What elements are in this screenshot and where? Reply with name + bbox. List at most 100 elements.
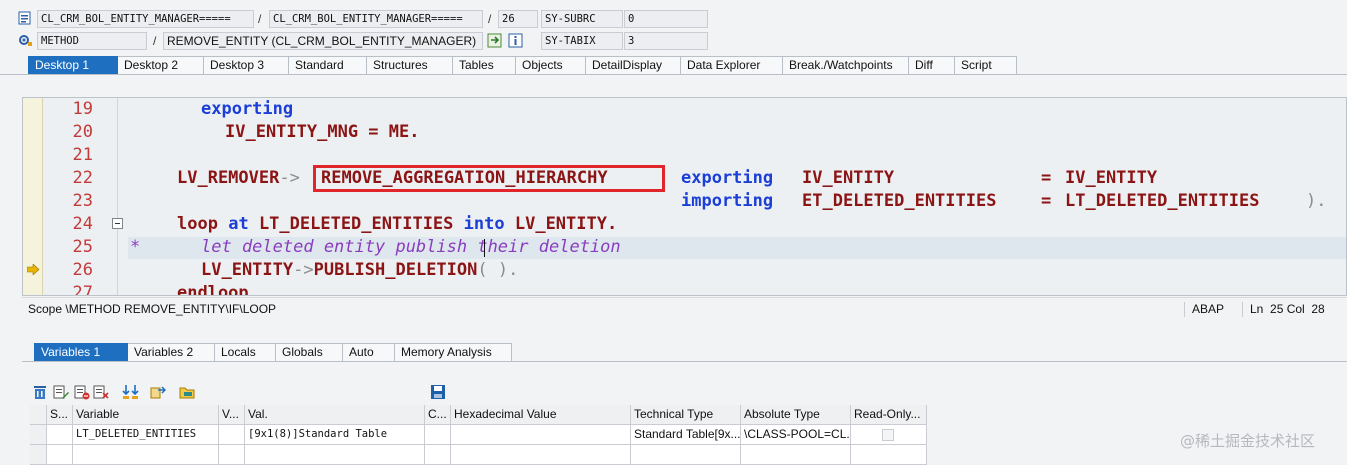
var-lv-entity: LV_ENTITY.: [514, 214, 618, 234]
tab-tables[interactable]: Tables: [453, 56, 516, 74]
line-number: 22: [72, 168, 93, 188]
arrow-operator: ->: [279, 168, 300, 188]
info-icon[interactable]: [508, 33, 524, 49]
sysvar1-label: SY-SUBRC: [541, 10, 623, 28]
kw-loop: loop: [177, 214, 218, 234]
tab-desktop-2[interactable]: Desktop 2: [118, 56, 204, 74]
cursor-position: Ln 25 Col 28: [1250, 302, 1325, 316]
empty-cell: [425, 445, 451, 465]
method-name-field[interactable]: REMOVE_ENTITY (CL_CRM_BOL_ENTITY_MANAGER…: [163, 32, 483, 50]
col-header-hex-value[interactable]: Hexadecimal Value: [451, 405, 631, 425]
tab-auto[interactable]: Auto: [343, 343, 395, 361]
line-number: 20: [72, 122, 93, 142]
scope-text: Scope \METHOD REMOVE_ENTITY\IF\LOOP: [28, 302, 277, 316]
empty-cell: [47, 445, 73, 465]
text-cursor: [484, 239, 485, 257]
value-lt-deleted-entities: LT_DELETED_ENTITIES: [1065, 191, 1260, 211]
list-remove-icon[interactable]: [74, 384, 90, 403]
col-header-v[interactable]: V...: [219, 405, 245, 425]
col-header-absolute-type[interactable]: Absolute Type: [741, 405, 851, 425]
col-header-value[interactable]: Val.: [245, 405, 425, 425]
tab-desktop-3[interactable]: Desktop 3: [204, 56, 289, 74]
method-gear-icon: [17, 32, 33, 48]
tab-divider: [0, 74, 1347, 75]
cell-variable[interactable]: LT_DELETED_ENTITIES: [73, 425, 219, 445]
empty-cell[interactable]: [73, 445, 219, 465]
divider: [1242, 302, 1243, 317]
fold-toggle-icon[interactable]: [112, 218, 123, 232]
list-delete-icon[interactable]: [93, 384, 109, 403]
line-number: 25: [72, 237, 93, 257]
edit-list-icon[interactable]: [53, 384, 69, 403]
variables-tab-bar: Variables 1 Variables 2 Locals Globals A…: [34, 343, 512, 361]
desktop-tab-bar: Desktop 1 Desktop 2 Desktop 3 Standard S…: [28, 56, 1017, 74]
call-parens: ( ).: [477, 260, 519, 280]
include-field[interactable]: CL_CRM_BOL_ENTITY_MANAGER=====: [269, 10, 483, 28]
folder-icon[interactable]: [179, 384, 195, 403]
comment-star: *: [130, 237, 141, 257]
empty-cell: [631, 445, 741, 465]
transfer-icon[interactable]: [150, 384, 167, 403]
row-selector[interactable]: [30, 445, 47, 465]
close-paren: ).: [1306, 191, 1327, 211]
type-field[interactable]: METHOD: [37, 32, 147, 50]
slash-2: /: [488, 12, 492, 26]
tab-variables-1[interactable]: Variables 1: [34, 343, 128, 361]
read-only-checkbox[interactable]: [882, 429, 894, 441]
row-selector[interactable]: [30, 425, 47, 445]
sort-icon[interactable]: [122, 384, 140, 403]
cell-absolute-type: \CLASS-POOL=CL...: [741, 425, 851, 445]
navigate-icon[interactable]: [487, 33, 503, 49]
param-iv-entity-mng: IV_ENTITY_MNG: [225, 122, 359, 142]
execution-arrow-icon: [26, 263, 40, 278]
col-header-status[interactable]: S...: [47, 405, 73, 425]
kw-at: at: [228, 214, 249, 234]
kw-exporting-2: exporting: [681, 168, 774, 188]
value-me: ME.: [388, 122, 420, 142]
col-header-variable[interactable]: Variable: [73, 405, 219, 425]
tab-breakpoints[interactable]: Break./Watchpoints: [783, 56, 909, 74]
tab-desktop-1[interactable]: Desktop 1: [28, 56, 118, 74]
col-header-technical-type[interactable]: Technical Type: [631, 405, 741, 425]
tab-objects[interactable]: Objects: [516, 56, 586, 74]
line-number: 27: [72, 283, 93, 296]
grid-selector-header: [30, 405, 47, 425]
table-lt-deleted-entities: LT_DELETED_ENTITIES: [258, 214, 454, 234]
program-field[interactable]: CL_CRM_BOL_ENTITY_MANAGER=====: [37, 10, 254, 28]
kw-endloop: endloop.: [177, 283, 259, 296]
op-equals: =: [358, 122, 389, 142]
tab-diff[interactable]: Diff: [909, 56, 955, 74]
tab-detaildisplay[interactable]: DetailDisplay: [586, 56, 681, 74]
kw-exporting: exporting: [201, 99, 294, 119]
language-text: ABAP: [1192, 302, 1225, 316]
tab-globals[interactable]: Globals: [276, 343, 343, 361]
value-iv-entity: IV_ENTITY: [1065, 168, 1158, 188]
cell-status: [47, 425, 73, 445]
line-number: 21: [72, 145, 93, 165]
cell-read-only: [851, 425, 927, 445]
kw-into: into: [463, 214, 505, 234]
arrow-operator-2: ->: [293, 260, 314, 280]
delete-icon[interactable]: [32, 384, 48, 403]
tab-structures[interactable]: Structures: [367, 56, 453, 74]
empty-cell: [741, 445, 851, 465]
tab-memory-analysis[interactable]: Memory Analysis: [395, 343, 512, 361]
source-editor[interactable]: 19 20 21 22 23 24 25 26 27 exporting IV_…: [22, 97, 1347, 296]
obj-lv-entity: LV_ENTITY: [201, 260, 294, 280]
op-equals-3: =: [1041, 191, 1052, 211]
tab-script[interactable]: Script: [955, 56, 1017, 74]
col-header-c[interactable]: C...: [425, 405, 451, 425]
slash-1: /: [258, 12, 262, 26]
sysvar1-value: 0: [624, 10, 708, 28]
tab-variables-2[interactable]: Variables 2: [128, 343, 215, 361]
line-field[interactable]: 26: [498, 10, 538, 28]
col-header-read-only[interactable]: Read-Only...: [851, 405, 927, 425]
tab-standard[interactable]: Standard: [289, 56, 367, 74]
tab-locals[interactable]: Locals: [215, 343, 276, 361]
divider: [1184, 302, 1185, 317]
sysvar2-label: SY-TABIX: [541, 32, 623, 50]
cell-c: [425, 425, 451, 445]
tab-data-explorer[interactable]: Data Explorer: [681, 56, 783, 74]
save-icon[interactable]: [430, 384, 446, 403]
cell-value[interactable]: [9x1(8)]Standard Table: [245, 425, 425, 445]
